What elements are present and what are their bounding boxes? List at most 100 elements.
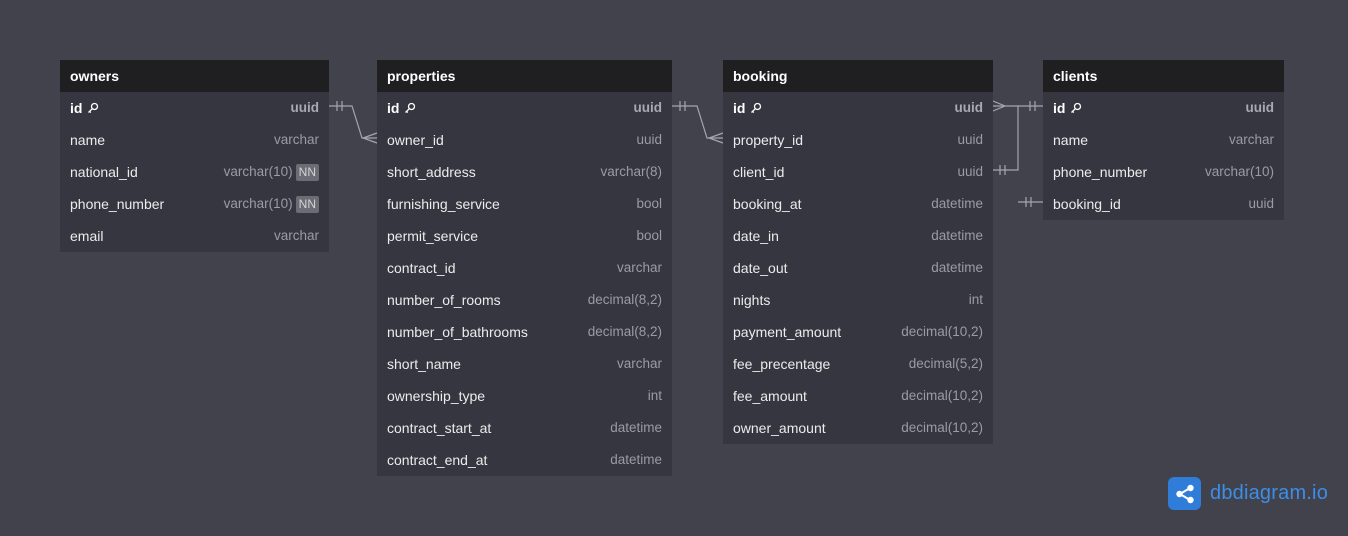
table-owners[interactable]: owners id uuid name varchar national_id varcha… — [60, 60, 329, 252]
field-name: nights — [733, 284, 969, 316]
field-name: payment_amount — [733, 316, 901, 348]
field-name-text: fee_amount — [733, 388, 807, 404]
field-type: uuid — [291, 92, 320, 124]
field-type: datetime — [931, 188, 983, 220]
field-name: date_out — [733, 252, 931, 284]
field-row-email[interactable]: email varchar — [60, 220, 329, 252]
field-row-number-of-rooms[interactable]: number_of_rooms decimal(8,2) — [377, 284, 672, 316]
field-name-text: property_id — [733, 132, 804, 148]
field-name: owner_id — [387, 124, 636, 156]
not-null-badge: NN — [295, 195, 319, 213]
field-name: client_id — [733, 156, 957, 188]
field-row-id[interactable]: id uuid — [1043, 92, 1284, 124]
field-type-text: decimal(10,2) — [901, 388, 983, 403]
field-name: property_id — [733, 124, 957, 156]
field-type-text: datetime — [610, 452, 662, 467]
field-row-furnishing-service[interactable]: furnishing_service bool — [377, 188, 672, 220]
table-title[interactable]: clients — [1043, 60, 1284, 92]
field-row-ownership-type[interactable]: ownership_type int — [377, 380, 672, 412]
field-name-text: number_of_rooms — [387, 292, 501, 308]
field-type: datetime — [610, 444, 662, 476]
field-row-date-in[interactable]: date_in datetime — [723, 220, 993, 252]
field-row-number-of-bathrooms[interactable]: number_of_bathrooms decimal(8,2) — [377, 316, 672, 348]
field-name-text: booking_id — [1053, 196, 1121, 212]
field-name-text: short_address — [387, 164, 476, 180]
field-row-date-out[interactable]: date_out datetime — [723, 252, 993, 284]
field-type: varchar — [274, 124, 319, 156]
field-name-text: owner_id — [387, 132, 444, 148]
field-name: contract_start_at — [387, 412, 610, 444]
field-name-text: booking_at — [733, 196, 802, 212]
field-name-text: name — [70, 132, 106, 148]
field-row-booking-at[interactable]: booking_at datetime — [723, 188, 993, 220]
field-row-property-id[interactable]: property_id uuid — [723, 124, 993, 156]
field-row-id[interactable]: id uuid — [377, 92, 672, 124]
field-type-text: int — [968, 292, 983, 307]
field-name: phone_number — [70, 188, 224, 220]
field-name: short_address — [387, 156, 600, 188]
field-name-text: email — [70, 228, 104, 244]
field-type: uuid — [634, 92, 663, 124]
field-row-id[interactable]: id uuid — [60, 92, 329, 124]
field-type-text: uuid — [1248, 196, 1274, 211]
table-booking[interactable]: booking id uuid property_id uuid client_id uui… — [723, 60, 993, 444]
field-row-short-name[interactable]: short_name varchar — [377, 348, 672, 380]
table-title[interactable]: booking — [723, 60, 993, 92]
field-row-contract-id[interactable]: contract_id varchar — [377, 252, 672, 284]
field-row-booking-id[interactable]: booking_id uuid — [1043, 188, 1284, 220]
field-type-text: uuid — [290, 100, 320, 115]
field-name-text: phone_number — [1053, 164, 1148, 180]
field-type-text: bool — [636, 228, 662, 243]
table-title[interactable]: properties — [377, 60, 672, 92]
field-type: varchar(10) NN — [224, 188, 319, 220]
table-title[interactable]: owners — [60, 60, 329, 92]
field-name: id — [733, 92, 955, 124]
share-icon — [1168, 477, 1201, 510]
field-name: number_of_rooms — [387, 284, 588, 316]
field-name-text: number_of_bathrooms — [387, 324, 528, 340]
field-type: uuid — [1248, 188, 1274, 220]
field-type-text: varchar(10) — [223, 196, 293, 211]
table-properties[interactable]: properties id uuid owner_id uuid short_addres… — [377, 60, 672, 476]
field-name-text: id — [733, 100, 746, 116]
field-name-text: id — [70, 100, 83, 116]
field-row-national-id[interactable]: national_id varchar(10) NN — [60, 156, 329, 188]
field-name-text: ownership_type — [387, 388, 486, 404]
field-type: uuid — [957, 124, 983, 156]
field-type-text: decimal(5,2) — [908, 356, 983, 371]
key-icon — [404, 102, 416, 114]
field-name-text: name — [1053, 132, 1089, 148]
field-row-contract-start-at[interactable]: contract_start_at datetime — [377, 412, 672, 444]
field-type-text: uuid — [957, 164, 983, 179]
field-name-text: owner_amount — [733, 420, 826, 436]
key-icon — [1070, 102, 1082, 114]
field-name: contract_id — [387, 252, 617, 284]
brand-logo[interactable]: dbdiagram.io — [1168, 477, 1328, 510]
field-row-permit-service[interactable]: permit_service bool — [377, 220, 672, 252]
field-name: contract_end_at — [387, 444, 610, 476]
field-name: permit_service — [387, 220, 636, 252]
field-name: email — [70, 220, 274, 252]
field-type-text: datetime — [610, 420, 662, 435]
field-type: uuid — [957, 156, 983, 188]
field-row-name[interactable]: name varchar — [60, 124, 329, 156]
field-row-name[interactable]: name varchar — [1043, 124, 1284, 156]
table-clients[interactable]: clients id uuid name varchar phone_number varc… — [1043, 60, 1284, 220]
field-row-id[interactable]: id uuid — [723, 92, 993, 124]
field-name-text: id — [387, 100, 400, 116]
field-type: datetime — [610, 412, 662, 444]
field-row-fee-precentage[interactable]: fee_precentage decimal(5,2) — [723, 348, 993, 380]
field-row-payment-amount[interactable]: payment_amount decimal(10,2) — [723, 316, 993, 348]
field-row-contract-end-at[interactable]: contract_end_at datetime — [377, 444, 672, 476]
field-row-short-address[interactable]: short_address varchar(8) — [377, 156, 672, 188]
brand-name: dbdiagram.io — [1210, 482, 1329, 504]
field-row-fee-amount[interactable]: fee_amount decimal(10,2) — [723, 380, 993, 412]
field-row-phone-number[interactable]: phone_number varchar(10) — [1043, 156, 1284, 188]
field-row-client-id[interactable]: client_id uuid — [723, 156, 993, 188]
field-row-nights[interactable]: nights int — [723, 284, 993, 316]
field-row-phone-number[interactable]: phone_number varchar(10) NN — [60, 188, 329, 220]
field-row-owner-id[interactable]: owner_id uuid — [377, 124, 672, 156]
field-name: furnishing_service — [387, 188, 636, 220]
field-type: uuid — [1246, 92, 1275, 124]
field-row-owner-amount[interactable]: owner_amount decimal(10,2) — [723, 412, 993, 444]
